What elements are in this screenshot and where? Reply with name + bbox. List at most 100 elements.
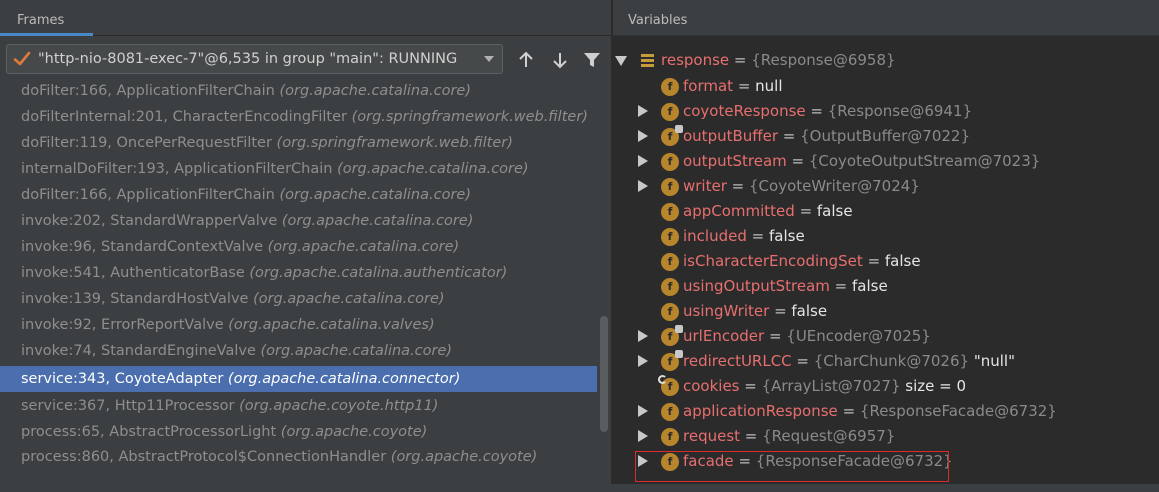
frames-panel-header: Frames bbox=[0, 0, 611, 36]
variable-equals: = bbox=[733, 77, 756, 95]
variable-value: {CoyoteOutputStream@7023} bbox=[808, 152, 1041, 170]
thread-selector-row: "http-nio-8081-exec-7"@6,535 in group "m… bbox=[0, 44, 611, 76]
variable-name: request bbox=[683, 427, 741, 445]
variable-row[interactable]: f urlEncoder = {UEncoder@7025} bbox=[613, 324, 1159, 349]
frame-package: (org.springframework.web.filter) bbox=[276, 135, 513, 151]
check-icon bbox=[13, 51, 31, 66]
variable-value: {CharChunk@7026} bbox=[813, 352, 970, 370]
variable-row[interactable]: f outputBuffer = {OutputBuffer@7022} bbox=[613, 124, 1159, 149]
frame-method: doFilter:119, OncePerRequestFilter bbox=[21, 135, 272, 151]
frame-package: (org.apache.catalina.core) bbox=[279, 83, 471, 99]
frame-method: doFilter:166, ApplicationFilterChain bbox=[21, 83, 275, 99]
variable-value: {Response@6958} bbox=[751, 51, 896, 69]
frame-item[interactable]: process:860, AbstractProtocol$Connection… bbox=[0, 444, 597, 470]
frames-scrollbar-thumb[interactable] bbox=[600, 316, 608, 432]
field-icon: f bbox=[661, 228, 679, 246]
frame-item-selected[interactable]: service:343, CoyoteAdapter (org.apache.c… bbox=[0, 366, 597, 392]
field-icon: f bbox=[661, 350, 683, 371]
frame-method: doFilterInternal:201, CharacterEncodingF… bbox=[21, 109, 347, 125]
variable-name: outputStream bbox=[683, 152, 787, 170]
variable-row[interactable]: f isCharacterEncodingSet = false bbox=[613, 249, 1159, 274]
frame-item[interactable]: internalDoFilter:193, ApplicationFilterC… bbox=[0, 156, 597, 182]
frame-method: doFilter:166, ApplicationFilterChain bbox=[21, 187, 275, 203]
frame-item[interactable]: invoke:96, StandardContextValve (org.apa… bbox=[0, 234, 597, 260]
arrow-up-icon[interactable] bbox=[515, 49, 537, 71]
frame-method: service:367, Http11Processor bbox=[21, 398, 235, 414]
frame-item[interactable]: invoke:92, ErrorReportValve (org.apache.… bbox=[0, 312, 597, 338]
field-icon: f bbox=[661, 153, 679, 171]
variable-row[interactable]: f applicationResponse = {ResponseFacade@… bbox=[613, 399, 1159, 424]
chevron-down-icon[interactable] bbox=[484, 56, 494, 62]
variable-row[interactable]: f cookies = {ArrayList@7027} size = 0 bbox=[613, 374, 1159, 399]
bottom-toolbar-strip bbox=[0, 484, 1159, 492]
expanded-arrow-icon[interactable] bbox=[615, 56, 627, 66]
filter-icon[interactable] bbox=[581, 49, 603, 71]
frames-list: doFilter:166, ApplicationFilterChain (or… bbox=[0, 78, 611, 492]
variable-value: false bbox=[791, 302, 828, 320]
frame-item[interactable]: doFilter:119, OncePerRequestFilter (org.… bbox=[0, 130, 597, 156]
variable-row[interactable]: f request = {Request@6957} bbox=[613, 424, 1159, 449]
frame-package: (org.apache.catalina.core) bbox=[267, 239, 460, 255]
frames-title[interactable]: Frames bbox=[17, 13, 64, 28]
variable-value: {CoyoteWriter@7024} bbox=[749, 177, 920, 195]
frame-item[interactable]: invoke:541, AuthenticatorBase (org.apach… bbox=[0, 260, 597, 286]
variable-name: response bbox=[661, 51, 730, 69]
collapsed-arrow-icon[interactable] bbox=[638, 430, 648, 442]
variable-name: outputBuffer bbox=[683, 127, 779, 145]
variable-row[interactable]: f appCommitted = false bbox=[613, 199, 1159, 224]
frame-package: (org.apache.catalina.connector) bbox=[227, 371, 461, 387]
collapsed-arrow-icon[interactable] bbox=[638, 405, 648, 417]
frame-item[interactable]: service:367, Http11Processor (org.apache… bbox=[0, 393, 597, 419]
collapsed-arrow-icon[interactable] bbox=[638, 355, 648, 367]
collapsed-arrow-icon[interactable] bbox=[638, 180, 648, 192]
frame-package: (org.apache.catalina.valves) bbox=[228, 317, 435, 333]
frame-method: invoke:139, StandardHostValve bbox=[21, 291, 249, 307]
frame-item[interactable]: process:65, AbstractProcessorLight (org.… bbox=[0, 419, 597, 445]
variable-row[interactable]: f usingWriter = false bbox=[613, 299, 1159, 324]
frame-package: (org.apache.coyote) bbox=[280, 424, 428, 440]
collapsed-arrow-icon[interactable] bbox=[638, 330, 648, 342]
collapsed-arrow-icon[interactable] bbox=[638, 130, 648, 142]
frame-method: process:860, AbstractProtocol$Connection… bbox=[21, 449, 387, 465]
frame-item[interactable]: doFilterInternal:201, CharacterEncodingF… bbox=[0, 104, 597, 130]
frame-package: (org.apache.coyote.http11) bbox=[239, 398, 439, 414]
frame-method: invoke:74, StandardEngineValve bbox=[21, 343, 256, 359]
frame-item[interactable]: invoke:74, StandardEngineValve (org.apac… bbox=[0, 338, 597, 364]
variable-equals: = bbox=[829, 277, 853, 295]
variable-row[interactable]: f usingOutputStream = false bbox=[613, 274, 1159, 299]
frame-item[interactable]: invoke:139, StandardHostValve (org.apach… bbox=[0, 286, 597, 312]
variable-name: usingOutputStream bbox=[683, 277, 830, 295]
variable-extra: size = 0 bbox=[900, 377, 967, 395]
variable-row[interactable]: f redirectURLCC = {CharChunk@7026} "null… bbox=[613, 349, 1159, 374]
frame-package: (org.springframework.web.filter) bbox=[351, 109, 588, 125]
variable-value: {ArrayList@7027} bbox=[761, 377, 901, 395]
variable-equals: = bbox=[729, 51, 752, 69]
field-icon: f bbox=[661, 103, 679, 121]
frame-method: invoke:202, StandardWrapperValve bbox=[21, 213, 278, 229]
variable-row[interactable]: response = {Response@6958} bbox=[613, 48, 1159, 73]
frame-item[interactable]: doFilter:166, ApplicationFilterChain (or… bbox=[0, 182, 597, 208]
frame-item[interactable]: invoke:202, StandardWrapperValve (org.ap… bbox=[0, 208, 597, 234]
field-icon: f bbox=[661, 78, 679, 96]
frames-panel: Frames "http-nio-8081-exec-7"@6,535 in g… bbox=[0, 0, 611, 492]
thread-selector-dropdown[interactable]: "http-nio-8081-exec-7"@6,535 in group "m… bbox=[6, 44, 503, 74]
field-icon: f bbox=[661, 203, 679, 221]
variable-name: urlEncoder bbox=[683, 327, 765, 345]
collapsed-arrow-icon[interactable] bbox=[638, 155, 648, 167]
frame-method: process:65, AbstractProcessorLight bbox=[21, 424, 277, 440]
frame-method: service:343, CoyoteAdapter bbox=[21, 371, 224, 387]
frame-package: (org.apache.catalina.core) bbox=[281, 213, 474, 229]
frame-item[interactable]: doFilter:166, ApplicationFilterChain (or… bbox=[0, 78, 597, 104]
variable-row[interactable]: f format = null bbox=[613, 74, 1159, 99]
variable-row[interactable]: f writer = {CoyoteWriter@7024} bbox=[613, 174, 1159, 199]
frame-package: (org.apache.coyote) bbox=[390, 449, 538, 465]
variable-name: isCharacterEncodingSet bbox=[683, 252, 863, 270]
variable-row[interactable]: f included = false bbox=[613, 224, 1159, 249]
variable-equals: = bbox=[794, 202, 817, 220]
variable-row[interactable]: f outputStream = {CoyoteOutputStream@702… bbox=[613, 149, 1159, 174]
frame-package: (org.apache.catalina.core) bbox=[260, 343, 453, 359]
variable-row[interactable]: f coyoteResponse = {Response@6941} bbox=[613, 99, 1159, 124]
variable-value: {Request@6957} bbox=[762, 427, 896, 445]
collapsed-arrow-icon[interactable] bbox=[638, 105, 648, 117]
arrow-down-icon[interactable] bbox=[549, 49, 571, 71]
